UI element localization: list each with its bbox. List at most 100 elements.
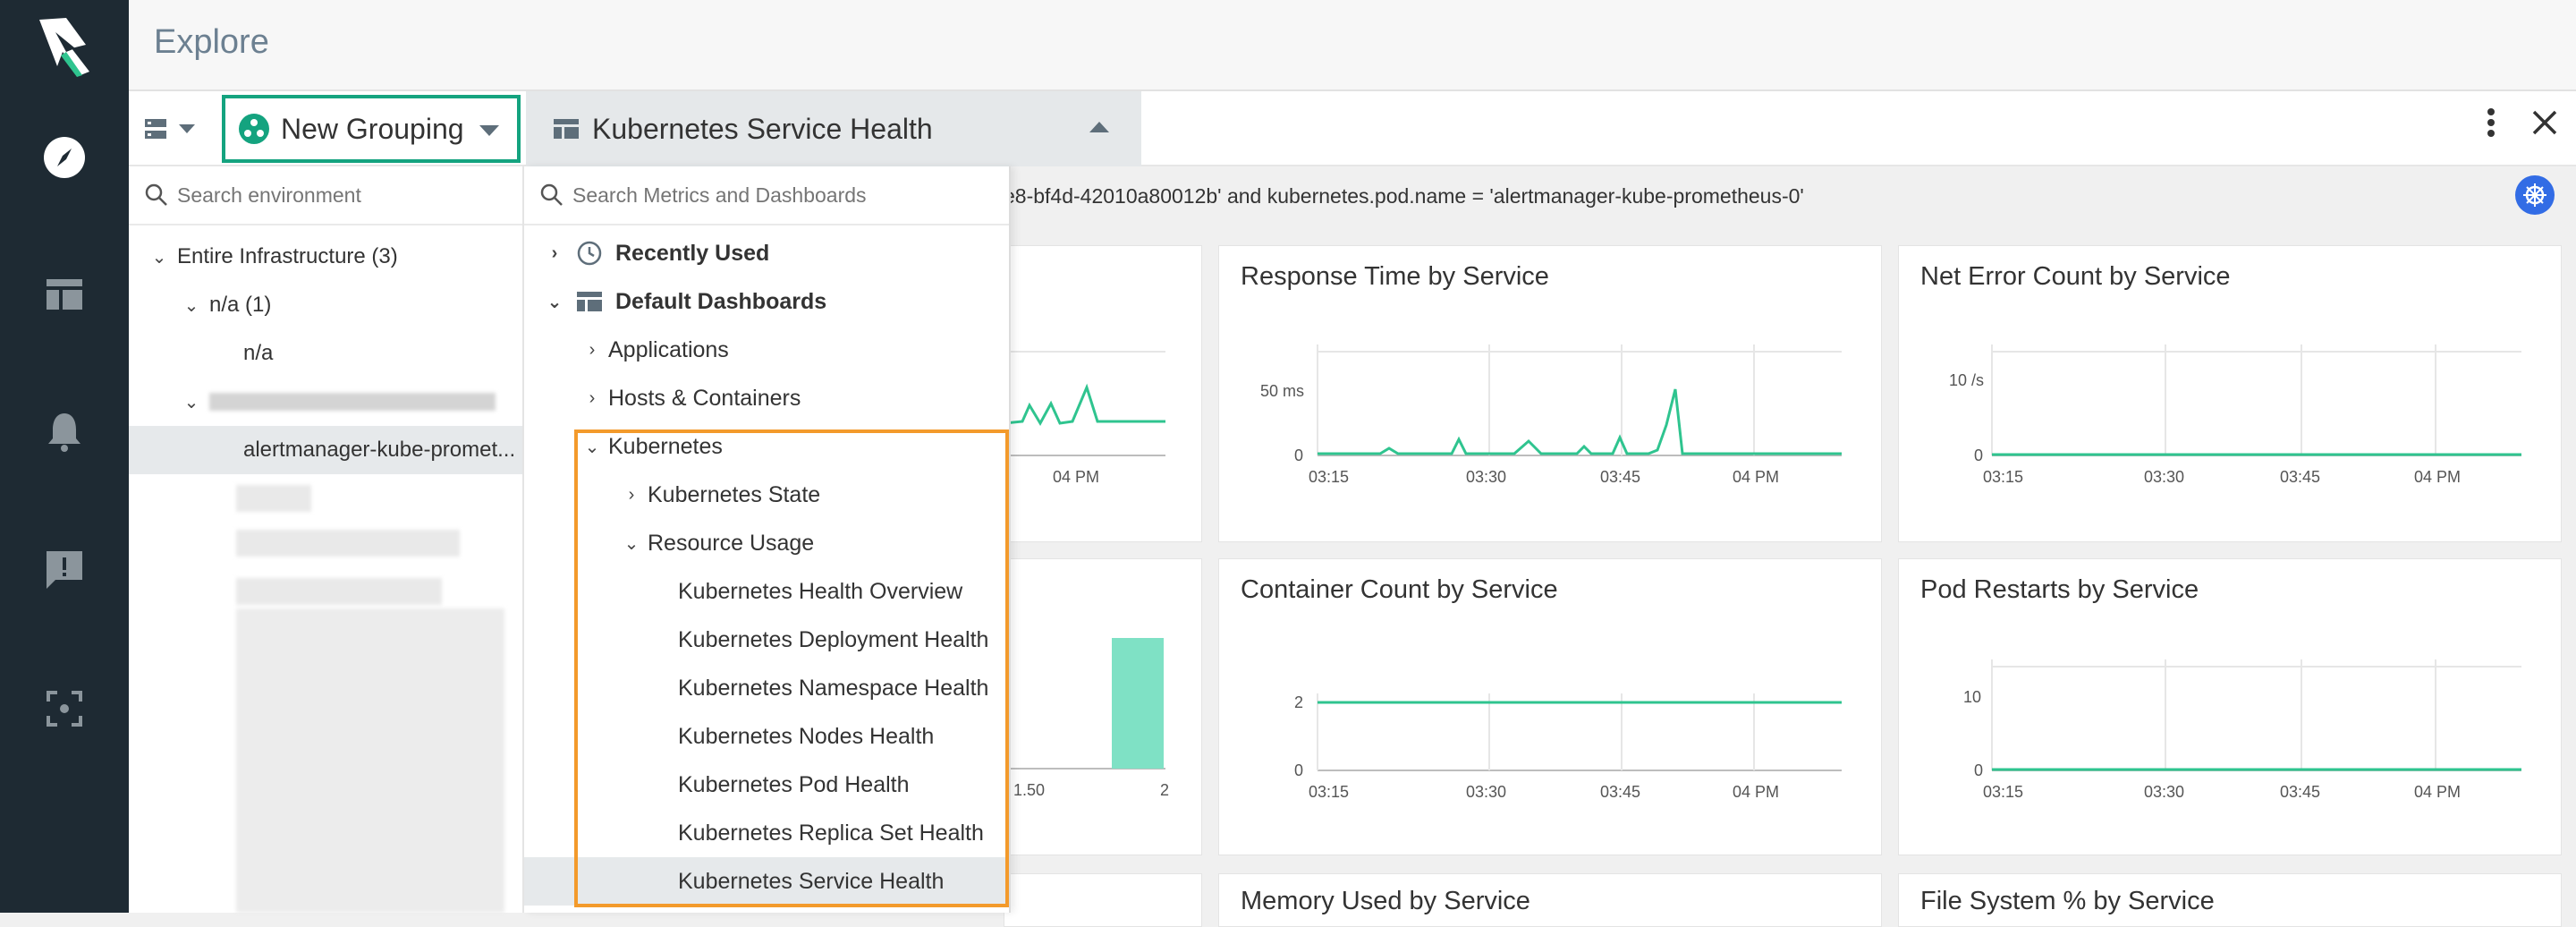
menu-dashboard-item[interactable]: Kubernetes Health Overview [524, 567, 1009, 616]
menu-label: Recently Used [615, 240, 770, 266]
x-tick-label: 03:45 [2280, 468, 2320, 486]
dashboard-icon [577, 292, 602, 311]
nav-capture[interactable] [38, 682, 91, 736]
kubernetes-icon [2515, 175, 2555, 215]
tree-item-entire-infrastructure[interactable]: ⌄ Entire Infrastructure (3) [129, 233, 522, 281]
menu-label: Kubernetes Deployment Health [678, 626, 989, 652]
environment-search-input[interactable] [177, 183, 517, 208]
grouping-label: New Grouping [281, 112, 464, 145]
tree-item-na[interactable]: n/a [129, 329, 522, 378]
redacted-item [236, 485, 311, 512]
redacted-item [236, 608, 504, 913]
menu-dashboard-item[interactable]: Kubernetes Pod Health [524, 761, 1009, 809]
dashboard-icon [47, 279, 82, 310]
panel-partial-bar[interactable]: 1.50 2 [1004, 558, 1202, 855]
menu-dashboard-item[interactable]: Kubernetes Namespace Health [524, 664, 1009, 712]
nav-alerts[interactable] [38, 404, 91, 458]
alert-message-icon [47, 551, 82, 589]
x-tick-label: 03:15 [1309, 468, 1349, 486]
header: Explore [129, 0, 2576, 91]
chevron-down-icon: ⌄ [183, 392, 199, 412]
dashboards-search[interactable] [524, 166, 1009, 225]
redacted-item [236, 530, 460, 557]
panel-file-system[interactable]: File System % by Service [1898, 873, 2562, 927]
search-icon [540, 183, 563, 206]
chevron-right-icon: › [551, 242, 558, 263]
menu-label: Kubernetes Nodes Health [678, 723, 935, 749]
y-tick-label: 0 [1974, 446, 1983, 464]
menu-dashboard-item[interactable]: Kubernetes Deployment Health [524, 616, 1009, 664]
y-tick-label: 2 [1294, 693, 1303, 711]
environment-toggle[interactable] [143, 111, 208, 147]
left-nav [0, 0, 129, 913]
x-tick-label: 03:30 [2144, 783, 2184, 801]
menu-hosts-containers[interactable]: › Hosts & Containers [524, 374, 1009, 422]
menu-recently-used[interactable]: › Recently Used [524, 229, 1009, 277]
grouping-icon [239, 114, 269, 144]
menu-label: Kubernetes Namespace Health [678, 675, 989, 701]
menu-resource-usage[interactable]: ⌄ Resource Usage [524, 519, 1009, 567]
y-tick-label: 50 ms [1260, 382, 1304, 400]
dashboard-label: Kubernetes Service Health [592, 112, 933, 145]
panel-title: Memory Used by Service [1241, 887, 1530, 915]
x-tick-label: 04 PM [1733, 468, 1779, 486]
chevron-down-icon: ⌄ [151, 247, 167, 268]
bar [1112, 638, 1164, 769]
grouping-selector[interactable]: New Grouping [222, 95, 521, 163]
x-tick-label: 03:15 [1983, 468, 2023, 486]
bell-icon [48, 413, 80, 452]
tree-item-blurred-group[interactable]: ⌄ [129, 378, 522, 426]
chevron-down-icon: ⌄ [547, 292, 563, 312]
menu-label: Kubernetes State [648, 481, 821, 507]
menu-kubernetes[interactable]: ⌄ Kubernetes [524, 422, 1009, 471]
tree-item-label: n/a (1) [209, 293, 272, 317]
menu-kubernetes-state[interactable]: › Kubernetes State [524, 471, 1009, 519]
tree-item-label: Entire Infrastructure (3) [177, 244, 398, 268]
menu-label: Kubernetes Replica Set Health [678, 820, 984, 846]
menu-label: Resource Usage [648, 530, 815, 556]
dashboard-icon [554, 119, 579, 139]
menu-dashboard-item[interactable]: Kubernetes Replica Set Health [524, 809, 1009, 857]
x-tick-label: 03:15 [1983, 783, 2023, 801]
menu-dashboard-item[interactable]: Kubernetes Nodes Health [524, 712, 1009, 761]
menu-default-dashboards[interactable]: ⌄ Default Dashboards [524, 277, 1009, 326]
tree-item-na-group[interactable]: ⌄ n/a (1) [129, 281, 522, 329]
dashboard-selector[interactable]: Kubernetes Service Health [526, 91, 1141, 166]
panel-response-time[interactable]: Response Time by Service 50 ms 0 03:15 0… [1218, 245, 1882, 542]
panel-net-error[interactable]: Net Error Count by Service 10 /s 0 03:15… [1898, 245, 2562, 542]
panel-memory-used[interactable]: Memory Used by Service [1218, 873, 1882, 927]
more-options-icon[interactable] [2487, 107, 2496, 138]
x-tick-label: 1.50 [1013, 781, 1045, 799]
panel-title: File System % by Service [1920, 887, 2215, 915]
x-tick-label: 04 PM [2414, 783, 2461, 801]
menu-dashboard-item-selected[interactable]: Kubernetes Service Health [524, 857, 1009, 906]
menu-label: Default Dashboards [615, 288, 827, 314]
nav-dashboards[interactable] [38, 267, 91, 320]
nav-explore[interactable] [38, 131, 91, 184]
menu-label: Hosts & Containers [608, 385, 801, 411]
panel-pod-restarts[interactable]: Pod Restarts by Service 10 0 03:15 03:30… [1898, 558, 2562, 855]
nav-events[interactable] [38, 542, 91, 596]
x-tick-label: 03:30 [2144, 468, 2184, 486]
x-tick-label: 03:45 [1600, 468, 1640, 486]
x-tick-label: 2 [1160, 781, 1169, 799]
dashboards-dropdown: › Recently Used ⌄ Default Dashboards › A… [524, 166, 1011, 913]
dashboards-search-input[interactable] [572, 183, 912, 208]
tree-item-alertmanager[interactable]: alertmanager-kube-promet... [129, 426, 522, 474]
y-tick-label: 10 [1963, 688, 1981, 706]
environment-search[interactable] [129, 166, 522, 225]
panel-partial-top[interactable]: 04 PM [1004, 245, 1202, 542]
x-tick-label: 03:30 [1466, 468, 1506, 486]
menu-applications[interactable]: › Applications [524, 326, 1009, 374]
y-tick-label: 0 [1294, 761, 1303, 779]
close-icon[interactable] [2531, 109, 2558, 136]
x-tick-label: 04 PM [1733, 783, 1779, 801]
y-tick-label: 0 [1974, 761, 1983, 779]
menu-label: Kubernetes Health Overview [678, 578, 963, 604]
x-tick-label: 04 PM [2414, 468, 2461, 486]
panel-container-count[interactable]: Container Count by Service 2 0 03:15 03:… [1218, 558, 1882, 855]
menu-label: Kubernetes [608, 433, 723, 459]
app-logo[interactable] [30, 13, 97, 79]
search-icon [145, 183, 167, 206]
panel-partial-bottom[interactable] [1004, 873, 1202, 927]
